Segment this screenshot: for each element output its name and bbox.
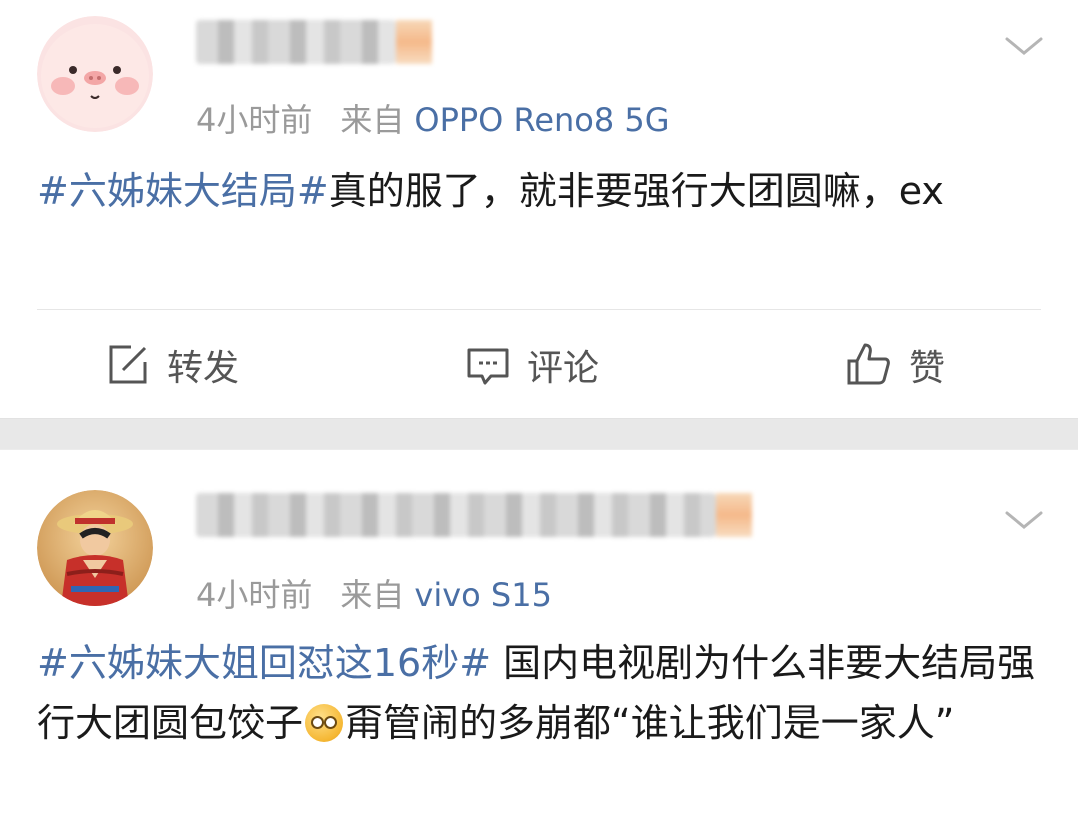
action-bar: 转发 评论 赞 xyxy=(0,330,1078,400)
post-time: 4小时前 xyxy=(196,101,313,139)
username-blurred[interactable] xyxy=(196,20,432,64)
like-button[interactable]: 赞 xyxy=(845,330,945,400)
straw-hat-character-avatar-icon xyxy=(37,490,153,606)
feed-separator xyxy=(0,418,1078,450)
thumbs-up-icon xyxy=(847,343,890,385)
repost-icon xyxy=(109,345,147,384)
comment-button[interactable]: 评论 xyxy=(465,330,599,400)
blushing-face-emoji-icon xyxy=(305,704,344,742)
post-text: 真的服了，就非要强行大团圆嘛，ex xyxy=(328,169,944,213)
device-link[interactable]: vivo S15 xyxy=(414,576,552,614)
chevron-down-icon[interactable] xyxy=(1004,36,1044,56)
post-content: #六姊妹大结局#真的服了，就非要强行大团圆嘛，ex xyxy=(37,161,1048,221)
username-blurred[interactable] xyxy=(196,493,752,537)
post-card[interactable]: 4小时前 来自 vivo S15 #六姊妹大姐回怼这16秒# 国内电视剧为什么非要大… xyxy=(0,450,1078,825)
post-content: #六姊妹大姐回怼这16秒# 国内电视剧为什么非要大结局强行大团圆包饺子 甭管闹的多… xyxy=(37,633,1048,753)
like-label: 赞 xyxy=(909,348,946,389)
repost-button[interactable]: 转发 xyxy=(105,330,239,400)
divider xyxy=(37,309,1041,310)
comment-icon xyxy=(467,348,509,385)
hashtag-link[interactable]: #六姊妹大结局# xyxy=(37,169,329,213)
post-time: 4小时前 xyxy=(196,576,313,614)
post-meta: 4小时前 来自 OPPO Reno8 5G xyxy=(196,95,670,141)
device-link[interactable]: OPPO Reno8 5G xyxy=(414,101,669,139)
source-label: 来自 xyxy=(340,101,405,139)
avatar[interactable] xyxy=(37,16,153,132)
repost-label: 转发 xyxy=(167,348,240,389)
hashtag-link[interactable]: #六姊妹大姐回怼这16秒# xyxy=(37,641,491,685)
pig-avatar-icon xyxy=(37,16,153,132)
chevron-down-icon[interactable] xyxy=(1004,510,1044,530)
post-text-continued: 甭管闹的多崩都“谁让我们是一家人” xyxy=(345,701,955,745)
source-label: 来自 xyxy=(340,576,405,614)
comment-label: 评论 xyxy=(527,348,600,389)
post-meta: 4小时前 来自 vivo S15 xyxy=(196,570,552,616)
avatar[interactable] xyxy=(37,490,153,606)
post-card[interactable]: 4小时前 来自 OPPO Reno8 5G #六姊妹大结局#真的服了，就非要强行大团… xyxy=(0,0,1078,418)
